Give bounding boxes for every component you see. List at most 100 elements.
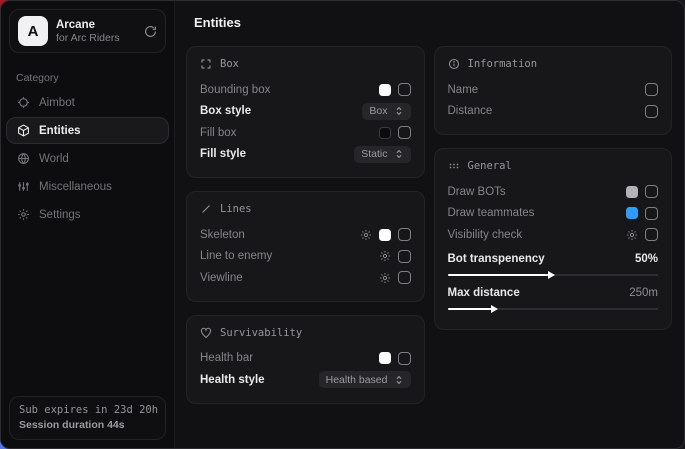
bot-transparency-slider[interactable] [448,271,659,280]
box-style-label: Box style [200,105,251,117]
bot-transparency-label: Bot transpenency [448,253,545,265]
slider-fill [448,308,496,311]
lines-card-title: Lines [220,203,252,215]
sliders-icon [16,180,30,193]
sidebar-item-world[interactable]: World [6,145,169,172]
brand-card: A Arcane for Arc Riders [9,9,166,53]
bounding-box-row: Bounding box [200,79,411,101]
draw-teammates-checkbox[interactable] [645,207,658,220]
general-card-title: General [468,160,512,172]
info-icon [448,58,460,70]
subscription-info-card: Sub expires in 23d 20h Session duration … [9,396,166,440]
health-style-value: Health based [326,374,388,386]
brand-text: Arcane for Arc Riders [56,19,120,44]
max-distance-label: Max distance [448,287,520,299]
distance-row: Distance [448,101,659,123]
skeleton-color-swatch[interactable] [379,229,391,241]
bounding-box-checkbox[interactable] [398,83,411,96]
distance-checkbox[interactable] [645,105,658,118]
sidebar-item-label: World [39,153,69,165]
box-card: Box Bounding box Box style Box [186,46,425,178]
sidebar-item-miscellaneous[interactable]: Miscellaneous [6,173,169,200]
sidebar-item-aimbot[interactable]: Aimbot [6,89,169,116]
box-style-dropdown[interactable]: Box [362,103,410,120]
fill-style-label: Fill style [200,148,246,160]
session-duration-text: Session duration 44s [19,418,156,432]
max-distance-value: 250m [629,287,658,299]
skeleton-settings-gear-icon[interactable] [360,229,372,241]
line-to-enemy-checkbox[interactable] [398,250,411,263]
fill-style-dropdown[interactable]: Static [354,146,410,163]
viewline-label: Viewline [200,272,243,284]
health-bar-checkbox[interactable] [398,352,411,365]
viewline-checkbox[interactable] [398,271,411,284]
lines-card-header: Lines [200,203,411,215]
sidebar-item-entities[interactable]: Entities [6,117,169,144]
page-title: Entities [194,15,672,30]
information-card: Information Name Distance [434,46,673,135]
lines-card: Lines Skeleton Line to enemy [186,191,425,302]
sidebar-item-settings[interactable]: Settings [6,201,169,228]
draw-teammates-row: Draw teammates [448,203,659,225]
health-bar-color-swatch[interactable] [379,352,391,364]
visibility-check-checkbox[interactable] [645,228,658,241]
draw-bots-row: Draw BOTs [448,181,659,203]
name-label: Name [448,84,479,96]
general-card-header: General [448,160,659,172]
fill-style-value: Static [361,148,387,160]
draw-bots-label: Draw BOTs [448,186,506,198]
box-card-header: Box [200,58,411,70]
visibility-check-label: Visibility check [448,229,523,241]
health-bar-label: Health bar [200,352,253,364]
bot-transparency-row: Bot transpenency 50% [448,249,659,269]
fill-style-row: Fill style Static [200,144,411,166]
skeleton-row: Skeleton [200,224,411,246]
line-to-enemy-row: Line to enemy [200,246,411,268]
sidebar-item-label: Entities [39,125,81,137]
box-corners-icon [200,58,212,70]
skeleton-checkbox[interactable] [398,228,411,241]
health-style-row: Health style Health based [200,369,411,391]
viewline-settings-gear-icon[interactable] [379,272,391,284]
bounding-box-color-swatch[interactable] [379,84,391,96]
bot-transparency-value: 50% [635,253,658,265]
slider-thumb-arrow[interactable] [491,305,498,313]
line-to-enemy-label: Line to enemy [200,250,272,262]
draw-teammates-label: Draw teammates [448,207,535,219]
chevron-up-down-icon [394,375,404,385]
cards-columns: Box Bounding box Box style Box [186,46,672,404]
general-card: General Draw BOTs Draw teammates [434,148,673,330]
box-card-title: Box [220,58,239,70]
visibility-check-row: Visibility check [448,224,659,246]
line-to-enemy-settings-gear-icon[interactable] [379,250,391,262]
chevron-up-down-icon [394,106,404,116]
information-card-header: Information [448,58,659,70]
slider-thumb-arrow[interactable] [548,271,555,279]
brand-title: Arcane [56,19,120,31]
sidebar-item-label: Settings [39,209,81,221]
chevron-up-down-icon [394,149,404,159]
sidebar-item-label: Miscellaneous [39,181,112,193]
name-checkbox[interactable] [645,83,658,96]
max-distance-slider[interactable] [448,305,659,314]
health-style-label: Health style [200,374,265,386]
draw-teammates-color-swatch[interactable] [626,207,638,219]
crosshair-icon [16,96,30,109]
category-label: Category [16,72,174,84]
draw-bots-checkbox[interactable] [645,185,658,198]
viewline-row: Viewline [200,267,411,289]
name-row: Name [448,79,659,101]
sync-icon[interactable] [144,25,157,38]
fill-box-color-swatch[interactable] [379,127,391,139]
fill-box-row: Fill box [200,122,411,144]
visibility-check-settings-gear-icon[interactable] [626,229,638,241]
sidebar-item-label: Aimbot [39,97,75,109]
survivability-card: Survivability Health bar Health style He… [186,315,425,404]
health-style-dropdown[interactable]: Health based [319,371,411,388]
draw-bots-color-swatch[interactable] [626,186,638,198]
brand-logo: A [18,16,48,46]
fill-box-checkbox[interactable] [398,126,411,139]
box-style-value: Box [369,105,387,117]
distance-label: Distance [448,105,493,117]
box-style-row: Box style Box [200,101,411,123]
